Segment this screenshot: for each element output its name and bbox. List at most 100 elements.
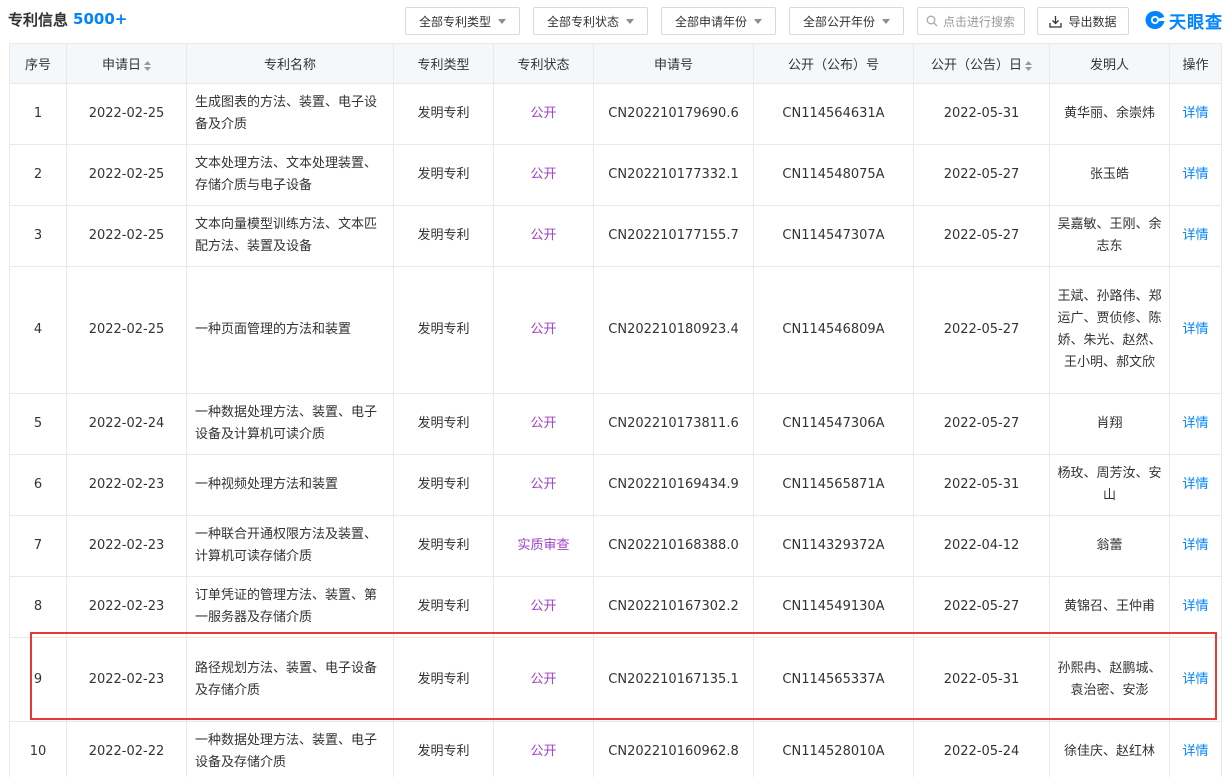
cell-patent-name: 一种视频处理方法和装置 [186,454,394,516]
cell-patent-status: 公开 [493,721,594,777]
col-header-op: 操作 [1169,43,1222,84]
cell-patent-name: 一种数据处理方法、装置、电子设备及存储介质 [186,721,394,777]
detail-link[interactable]: 详情 [1169,205,1222,267]
col-header-app-no: 申请号 [593,43,754,84]
detail-link[interactable]: 详情 [1169,266,1222,394]
detail-link[interactable]: 详情 [1169,576,1222,638]
sort-icon [144,60,151,71]
cell-patent-name: 一种联合开通权限方法及装置、计算机可读存储介质 [186,515,394,577]
col-header-status: 专利状态 [493,43,594,84]
col-header-label: 操作 [1182,58,1209,73]
col-header-label: 专利状态 [517,58,570,73]
cell-patent-name: 生成图表的方法、装置、电子设备及介质 [186,83,394,145]
detail-link[interactable]: 详情 [1169,721,1222,777]
filter-publish-year[interactable]: 全部公开年份 [789,7,904,35]
cell-patent-type: 发明专利 [393,637,494,722]
cell-app-no: CN202210179690.6 [593,83,754,145]
cell-app-no: CN202210167302.2 [593,576,754,638]
cell-pub-no: CN114547307A [753,205,914,267]
cell-patent-status: 公开 [493,637,594,722]
detail-link[interactable]: 详情 [1169,144,1222,206]
col-header-apply-date[interactable]: 申请日 [66,43,187,84]
cell-apply-date: 2022-02-23 [66,637,187,722]
cell-pub-no: CN114565337A [753,637,914,722]
cell-inventors: 黄华丽、余崇炜 [1049,83,1170,145]
col-header-label: 申请日 [101,58,141,73]
cell-pub-no: CN114329372A [753,515,914,577]
detail-link[interactable]: 详情 [1169,393,1222,455]
col-header-label: 专利类型 [417,58,470,73]
table-row: 8 2022-02-23 订单凭证的管理方法、装置、第一服务器及存储介质 发明专… [9,576,1222,638]
cell-patent-status: 公开 [493,144,594,206]
detail-link[interactable]: 详情 [1169,83,1222,145]
col-header-label: 发明人 [1089,58,1129,73]
cell-apply-date: 2022-02-25 [66,205,187,267]
cell-apply-date: 2022-02-25 [66,266,187,394]
filter-patent-type-label: 全部专利类型 [418,14,491,29]
export-button[interactable]: 导出数据 [1037,7,1129,35]
cell-patent-status: 公开 [493,83,594,145]
cell-apply-date: 2022-02-23 [66,576,187,638]
detail-link[interactable]: 详情 [1169,515,1222,577]
cell-patent-status: 公开 [493,576,594,638]
detail-link[interactable]: 详情 [1169,637,1222,722]
cell-pub-date: 2022-05-27 [913,144,1050,206]
download-icon [1049,15,1063,28]
cell-patent-type: 发明专利 [393,721,494,777]
table-row: 2 2022-02-25 文本处理方法、文本处理装置、存储介质与电子设备 发明专… [9,144,1222,206]
cell-patent-type: 发明专利 [393,515,494,577]
cell-pub-no: CN114547306A [753,393,914,455]
cell-patent-type: 发明专利 [393,576,494,638]
filter-patent-status[interactable]: 全部专利状态 [533,7,648,35]
cell-patent-type: 发明专利 [393,144,494,206]
caret-down-icon [754,18,762,24]
cell-patent-status: 公开 [493,454,594,516]
cell-pub-no: CN114564631A [753,83,914,145]
cell-apply-date: 2022-02-23 [66,515,187,577]
cell-patent-type: 发明专利 [393,393,494,455]
cell-pub-no: CN114546809A [753,266,914,394]
sort-icon [1025,60,1032,71]
search-icon [926,15,938,27]
table-row: 1 2022-02-25 生成图表的方法、装置、电子设备及介质 发明专利 公开 … [9,83,1222,145]
filter-patent-type[interactable]: 全部专利类型 [405,7,520,35]
logo-text: 天眼查 [1169,12,1223,33]
toolbar: 专利信息 5000+ 全部专利类型 全部专利状态 全部申请年份 全部公开年份 点… [0,0,1228,40]
search-input[interactable]: 点击进行搜索 [917,7,1025,35]
cell-inventors: 张玉皓 [1049,144,1170,206]
cell-apply-date: 2022-02-24 [66,393,187,455]
cell-no: 4 [9,266,67,394]
table-row: 5 2022-02-24 一种数据处理方法、装置、电子设备及计算机可读介质 发明… [9,393,1222,455]
cell-no: 9 [9,637,67,722]
col-header-label: 公开（公布）号 [787,58,879,73]
detail-link[interactable]: 详情 [1169,454,1222,516]
caret-down-icon [626,18,634,24]
cell-patent-name: 文本处理方法、文本处理装置、存储介质与电子设备 [186,144,394,206]
col-header-name: 专利名称 [186,43,394,84]
cell-pub-date: 2022-05-27 [913,393,1050,455]
table-row: 6 2022-02-23 一种视频处理方法和装置 发明专利 公开 CN20221… [9,454,1222,516]
col-header-no: 序号 [9,43,67,84]
cell-patent-name: 文本向量模型训练方法、文本匹配方法、装置及设备 [186,205,394,267]
table-row: 9 2022-02-23 路径规划方法、装置、电子设备及存储介质 发明专利 公开… [9,637,1222,722]
cell-apply-date: 2022-02-25 [66,83,187,145]
col-header-label: 序号 [24,58,51,73]
cell-patent-name: 订单凭证的管理方法、装置、第一服务器及存储介质 [186,576,394,638]
filter-patent-status-label: 全部专利状态 [546,14,619,29]
cell-apply-date: 2022-02-22 [66,721,187,777]
cell-no: 1 [9,83,67,145]
col-header-label: 专利名称 [263,58,316,73]
table-row: 3 2022-02-25 文本向量模型训练方法、文本匹配方法、装置及设备 发明专… [9,205,1222,267]
logo: 天眼查 [1144,7,1223,33]
cell-pub-no: CN114528010A [753,721,914,777]
filter-apply-year[interactable]: 全部申请年份 [661,7,776,35]
cell-patent-name: 路径规划方法、装置、电子设备及存储介质 [186,637,394,722]
cell-inventors: 孙熙冉、赵鹏城、袁治密、安澎 [1049,637,1170,722]
cell-inventors: 杨玫、周芳汝、安山 [1049,454,1170,516]
cell-inventors: 黄锦召、王仲甫 [1049,576,1170,638]
cell-app-no: CN202210180923.4 [593,266,754,394]
cell-patent-type: 发明专利 [393,83,494,145]
col-header-pub-date[interactable]: 公开（公告）日 [913,43,1050,84]
col-header-pub-no: 公开（公布）号 [753,43,914,84]
cell-app-no: CN202210177155.7 [593,205,754,267]
